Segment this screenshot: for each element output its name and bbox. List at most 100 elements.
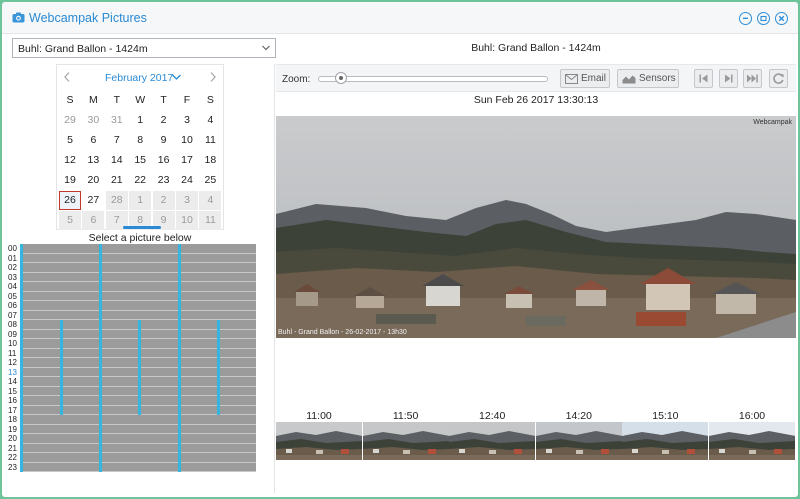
zoom-slider[interactable] bbox=[318, 76, 548, 82]
webcam-picture[interactable]: Webcampak Buhl - Grand Ballon - 26-02-20… bbox=[276, 116, 796, 338]
calendar-day[interactable]: 14 bbox=[106, 151, 128, 170]
thumbnail-picture[interactable] bbox=[449, 422, 536, 460]
calendar-day[interactable]: 10 bbox=[176, 211, 198, 230]
calendar-day[interactable]: 8 bbox=[129, 131, 151, 150]
thumbnail-time-label: 16:00 bbox=[738, 410, 766, 422]
timeline-grid[interactable] bbox=[20, 244, 256, 472]
calendar-day[interactable]: 2 bbox=[153, 111, 175, 130]
source-select[interactable]: Buhl: Grand Ballon - 1424m bbox=[12, 38, 276, 58]
chevron-down-icon[interactable] bbox=[171, 72, 182, 82]
zoom-slider-handle[interactable] bbox=[335, 72, 347, 84]
calendar-day[interactable]: 20 bbox=[82, 171, 104, 190]
calendar-day[interactable]: 21 bbox=[106, 171, 128, 190]
thumbnail-picture[interactable] bbox=[535, 422, 622, 460]
timeline-row-divider bbox=[20, 423, 256, 425]
calendar-day[interactable]: 4 bbox=[199, 111, 221, 130]
timeline-picture-marker[interactable] bbox=[99, 244, 102, 472]
next-picture-button[interactable] bbox=[719, 69, 738, 88]
timeline-picture-marker[interactable] bbox=[139, 368, 141, 378]
calendar-day[interactable]: 18 bbox=[199, 151, 221, 170]
thumbnail-time-label: 15:10 bbox=[652, 410, 679, 422]
calendar-weekday: W bbox=[135, 94, 146, 106]
timeline-picture-marker[interactable] bbox=[217, 320, 220, 415]
date-picker: February 2017 S M T W T F S 29 30 31 1 2 3 4 5 6 7 8 9 10 11… bbox=[56, 64, 224, 230]
calendar-day[interactable]: 29 bbox=[59, 111, 81, 130]
thumbnail-picture[interactable] bbox=[362, 422, 449, 460]
timeline-hour-label: 19 bbox=[8, 424, 17, 434]
timeline-hour-label: 09 bbox=[8, 329, 17, 339]
thumbnail-time-label: 14:20 bbox=[565, 410, 592, 422]
timeline-hour-label: 06 bbox=[8, 301, 17, 310]
thumbnail-picture[interactable] bbox=[276, 422, 362, 460]
timeline-hour-label: 03 bbox=[8, 272, 17, 282]
timeline-picture-marker[interactable] bbox=[60, 320, 63, 415]
calendar-weekday: F bbox=[183, 94, 191, 106]
maximize-icon[interactable] bbox=[757, 12, 770, 25]
thumbnail-picture[interactable] bbox=[709, 422, 795, 460]
calendar-day[interactable]: 6 bbox=[82, 211, 105, 230]
viewer-toolbar: Zoom: Email Sensors bbox=[276, 64, 796, 92]
thumbnail-landscape-image bbox=[535, 422, 622, 460]
calendar-month[interactable]: February 2017 bbox=[105, 72, 173, 84]
calendar-day[interactable]: 15 bbox=[129, 151, 151, 170]
sensors-label: Sensors bbox=[639, 73, 676, 84]
calendar-day[interactable]: 1 bbox=[129, 191, 152, 210]
calendar-day[interactable]: 10 bbox=[176, 131, 198, 150]
close-icon[interactable] bbox=[775, 12, 788, 25]
thumbnail-picture[interactable] bbox=[622, 422, 709, 460]
calendar-day[interactable]: 28 bbox=[105, 191, 128, 210]
calendar-day[interactable]: 5 bbox=[59, 131, 81, 150]
thumbnail-time-label: 12:40 bbox=[479, 410, 506, 422]
timeline-picture-marker[interactable] bbox=[178, 244, 181, 472]
timeline-hour-label: 11 bbox=[8, 348, 17, 358]
pane-divider bbox=[274, 64, 275, 493]
calendar-day[interactable]: 17 bbox=[176, 151, 198, 170]
calendar-weekday: M bbox=[89, 94, 98, 106]
minimize-icon[interactable] bbox=[739, 12, 752, 25]
calendar-day-selected[interactable]: 26 bbox=[59, 191, 81, 210]
timeline-row-divider bbox=[20, 442, 256, 444]
calendar-day[interactable]: 27 bbox=[82, 191, 104, 210]
timeline-hour-label: 13 bbox=[8, 367, 17, 377]
zoom-label: Zoom: bbox=[282, 74, 311, 85]
timeline-picture-marker[interactable] bbox=[20, 244, 23, 472]
calendar-day[interactable]: 3 bbox=[176, 111, 198, 130]
calendar-day[interactable]: 13 bbox=[82, 151, 104, 170]
calendar-day[interactable]: 1 bbox=[129, 111, 151, 130]
calendar-day[interactable]: 12 bbox=[59, 151, 81, 170]
calendar-day[interactable]: 25 bbox=[199, 171, 221, 190]
timeline-hour-label: 20 bbox=[8, 434, 17, 443]
calendar-day[interactable]: 2 bbox=[152, 191, 175, 210]
calendar-day[interactable]: 5 bbox=[59, 211, 81, 230]
picture-timeline: 00 01 02 03 04 05 06 07 08 09 10 11 12 13 14 15 16 17 18 19… bbox=[8, 244, 258, 472]
webcam-landscape-image bbox=[276, 116, 796, 338]
sensors-button[interactable]: Sensors bbox=[617, 69, 679, 88]
last-picture-button[interactable] bbox=[743, 69, 762, 88]
calendar-day[interactable]: 6 bbox=[82, 131, 104, 150]
calendar-day[interactable]: 24 bbox=[176, 171, 198, 190]
source-select-value: Buhl: Grand Ballon - 1424m bbox=[18, 43, 148, 55]
refresh-button[interactable] bbox=[769, 69, 788, 88]
calendar-weekday: T bbox=[113, 94, 120, 106]
calendar-day[interactable]: 4 bbox=[199, 191, 222, 210]
calendar-day[interactable]: 7 bbox=[106, 131, 128, 150]
calendar-day[interactable]: 30 bbox=[82, 111, 104, 130]
first-picture-button[interactable] bbox=[694, 69, 713, 88]
chevron-left-icon[interactable] bbox=[63, 71, 71, 83]
email-button[interactable]: Email bbox=[560, 69, 610, 88]
calendar-day[interactable]: 22 bbox=[129, 171, 151, 190]
calendar-day[interactable]: 9 bbox=[153, 131, 175, 150]
calendar-day[interactable]: 23 bbox=[153, 171, 175, 190]
timeline-row-divider bbox=[20, 452, 256, 453]
calendar-day[interactable]: 11 bbox=[199, 211, 222, 230]
calendar-day[interactable]: 19 bbox=[59, 171, 81, 190]
thumbnail-landscape-image bbox=[449, 422, 536, 460]
calendar-day[interactable]: 3 bbox=[176, 191, 198, 210]
chevron-right-icon[interactable] bbox=[209, 71, 217, 83]
calendar-scroll-indicator bbox=[123, 226, 161, 229]
calendar-day[interactable]: 16 bbox=[153, 151, 175, 170]
timeline-row-divider bbox=[20, 262, 256, 263]
calendar-day[interactable]: 11 bbox=[199, 131, 221, 150]
calendar-day[interactable]: 31 bbox=[106, 111, 128, 130]
camera-title: Buhl: Grand Ballon - 1424m bbox=[471, 42, 601, 54]
